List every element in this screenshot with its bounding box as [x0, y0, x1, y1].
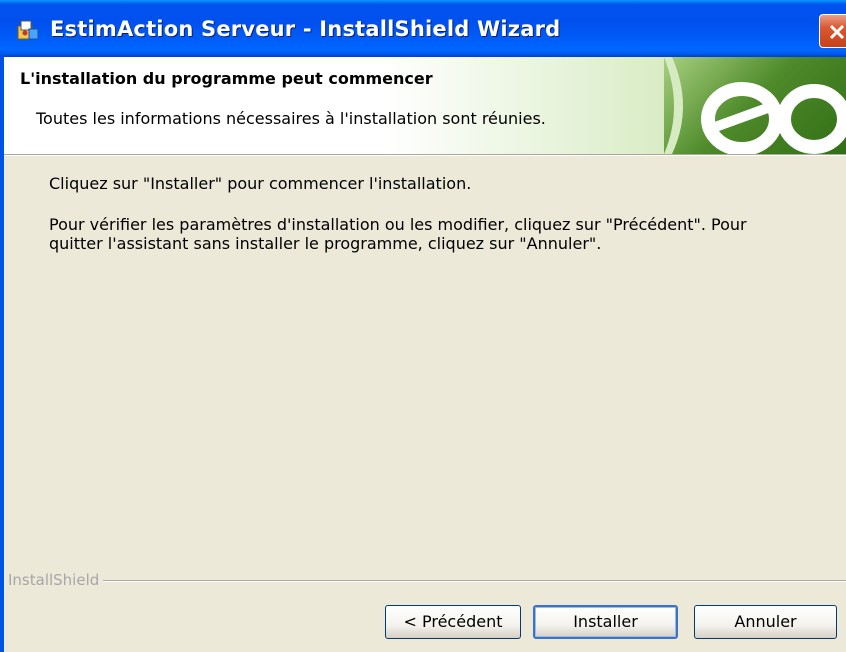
close-icon — [829, 24, 845, 40]
installer-icon — [16, 18, 40, 42]
window-title: EstimAction Serveur - InstallShield Wiza… — [50, 17, 561, 41]
header-banner: L'installation du programme peut commenc… — [4, 57, 846, 154]
close-button[interactable] — [819, 14, 846, 48]
ea-logo-mark — [664, 57, 846, 154]
instruction-text: Cliquez sur "Installer" pour commencer l… — [49, 174, 472, 193]
help-text-line1: Pour vérifier les paramètres d'installat… — [49, 215, 747, 234]
cancel-button[interactable]: Annuler — [694, 605, 837, 639]
back-button[interactable]: < Précédent — [385, 605, 521, 639]
title-bar[interactable]: EstimAction Serveur - InstallShield Wiza… — [0, 0, 846, 57]
help-text-line2: quitter l'assistant sans installer le pr… — [49, 234, 602, 253]
installshield-brand: InstallShield — [8, 571, 104, 589]
header-divider-highlight — [4, 155, 846, 156]
footer-divider-highlight — [8, 581, 846, 582]
page-title: L'installation du programme peut commenc… — [20, 69, 433, 88]
page-subtitle: Toutes les informations nécessaires à l'… — [36, 109, 546, 128]
install-button[interactable]: Installer — [533, 605, 678, 639]
